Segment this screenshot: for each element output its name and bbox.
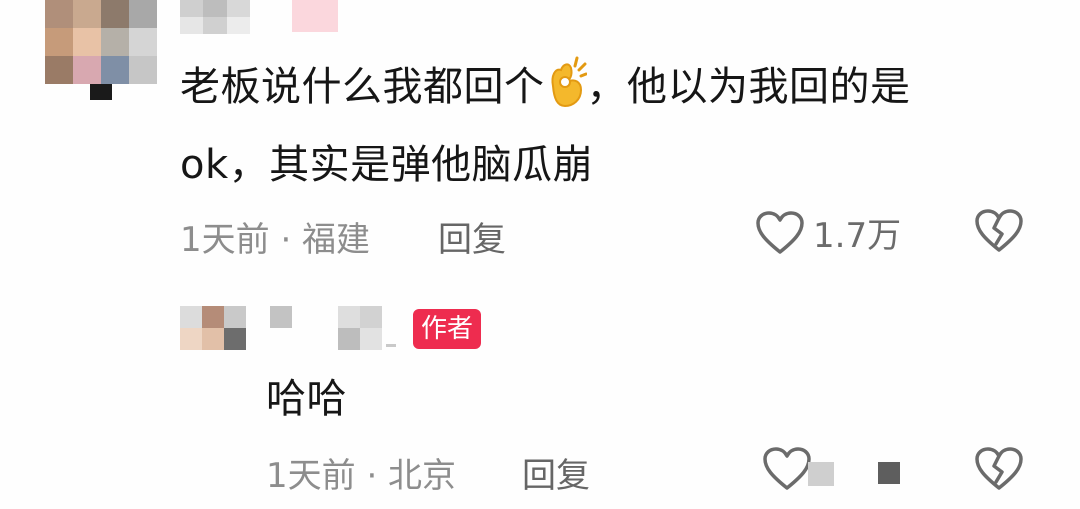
reply-username[interactable] xyxy=(270,306,400,350)
reply-like-count-mosaic-2 xyxy=(878,462,900,484)
reply-button[interactable]: 回复 xyxy=(438,212,506,261)
comment-time-location: 1天前 · 福建 xyxy=(180,220,371,260)
avatar-shadow xyxy=(90,84,112,100)
username-tag xyxy=(292,0,338,32)
avatar[interactable] xyxy=(45,0,157,84)
reply-text: 哈哈 xyxy=(266,376,347,422)
reply-like-button[interactable] xyxy=(762,446,812,496)
reply-like-count-mosaic xyxy=(808,462,834,486)
username[interactable] xyxy=(180,0,250,34)
like-button[interactable]: 1.7万 xyxy=(755,208,901,257)
like-count: 1.7万 xyxy=(813,216,902,256)
heart-icon xyxy=(762,447,812,496)
comment-line-2: ok，其实是弹他脑瓜崩 xyxy=(180,142,594,188)
reply-broken-heart-icon[interactable] xyxy=(974,446,1024,496)
author-badge: 作者 xyxy=(413,309,482,349)
heart-icon xyxy=(755,210,805,256)
reply-avatar[interactable] xyxy=(180,306,246,350)
ok-hand-icon xyxy=(545,56,587,130)
comment-line-1: 老板说什么我都回个 ，他以为我回的是 xyxy=(180,52,1040,130)
reply-time-location: 1天前 · 北京 xyxy=(266,456,457,496)
reply-reply-button[interactable]: 回复 xyxy=(522,448,590,497)
broken-heart-icon[interactable] xyxy=(974,208,1024,258)
comment-thread: 老板说什么我都回个 ，他以为我回的是 ok，其实是弹他脑瓜崩 1天前 · 福建 … xyxy=(0,0,1080,509)
comment-text: 老板说什么我都回个 ，他以为我回的是 ok，其实是弹他脑瓜崩 xyxy=(180,52,1040,200)
